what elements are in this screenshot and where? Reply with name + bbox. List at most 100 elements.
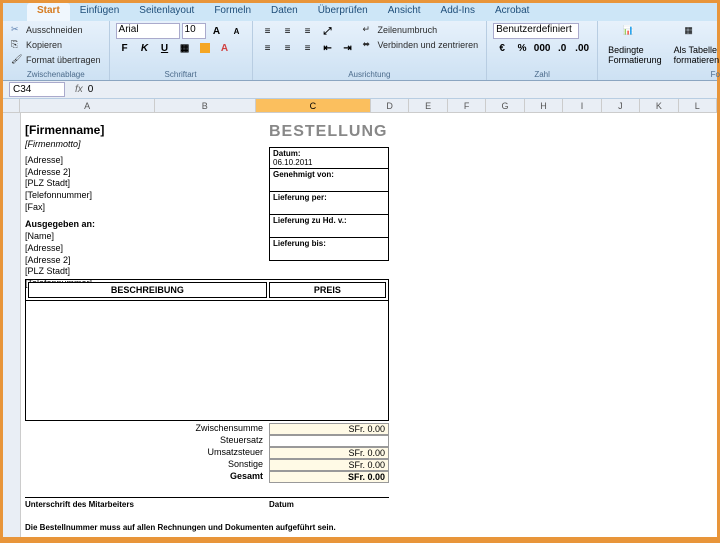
col-header-k[interactable]: K (640, 99, 678, 112)
signature-line: Unterschrift des Mitarbeiters Datum (25, 497, 389, 509)
subtotal-value: SFr. 0.00 (269, 423, 389, 435)
cond-label: Bedingte Formatierung (608, 45, 662, 65)
styles-group-label: Formatvorlagen (604, 70, 720, 80)
col-header-a[interactable]: A (20, 99, 154, 112)
clipboard-group-label: Zwischenablage (9, 70, 103, 80)
total-label: Gesamt (25, 471, 269, 483)
grow-font-button[interactable]: A (208, 23, 226, 39)
tab-formulas[interactable]: Formeln (204, 3, 261, 21)
astable-label: Als Tabelle formatieren (674, 45, 720, 65)
col-header-j[interactable]: J (602, 99, 640, 112)
col-header-b[interactable]: B (155, 99, 256, 112)
taxrate-value (269, 435, 389, 447)
indent-dec-button[interactable]: ⇤ (319, 40, 337, 56)
items-body[interactable] (25, 295, 389, 421)
group-number: Benutzerdefiniert € % 000 .0 .00 Zahl (487, 21, 598, 80)
col-header-g[interactable]: G (486, 99, 524, 112)
taxrate-label: Steuersatz (25, 435, 269, 447)
comma-button[interactable]: 000 (533, 40, 551, 56)
align-right-button[interactable]: ≡ (299, 40, 317, 56)
col-header-c[interactable]: C (256, 99, 371, 112)
issued-header: Ausgegeben an: (25, 219, 165, 231)
merge-icon: ⬌ (363, 39, 375, 51)
increase-decimal-button[interactable]: .0 (553, 40, 571, 56)
column-headers: A B C D E F G H I J K L (3, 99, 717, 113)
tab-addins[interactable]: Add-Ins (431, 3, 485, 21)
tab-acrobat[interactable]: Acrobat (485, 3, 539, 21)
fx-icon[interactable]: fx (75, 84, 83, 95)
info-date-label: Datum: (273, 149, 301, 158)
italic-button[interactable]: K (136, 40, 154, 56)
tab-data[interactable]: Daten (261, 3, 308, 21)
bold-button[interactable]: F (116, 40, 134, 56)
row-headers[interactable] (3, 113, 21, 537)
col-header-f[interactable]: F (448, 99, 486, 112)
percent-button[interactable]: % (513, 40, 531, 56)
name-box[interactable]: C34 (9, 82, 65, 97)
wrap-label: Zeilenumbruch (378, 25, 438, 35)
wrap-text-button[interactable]: ↵Zeilenumbruch (361, 23, 481, 37)
select-all-corner[interactable] (3, 99, 20, 112)
font-family-select[interactable]: Arial (116, 23, 180, 39)
brush-icon: 🖌 (11, 54, 23, 66)
align-top-button[interactable]: ≡ (259, 23, 277, 39)
align-bottom-button[interactable]: ≡ (299, 23, 317, 39)
font-group-label: Schriftart (116, 70, 246, 80)
conditional-format-button[interactable]: 📊 Bedingte Formatierung (604, 23, 666, 67)
number-format-select[interactable]: Benutzerdefiniert (493, 23, 579, 39)
tab-view[interactable]: Ansicht (378, 3, 431, 21)
addr-line: [PLZ Stadt] (25, 178, 165, 190)
align-left-button[interactable]: ≡ (259, 40, 277, 56)
copy-button[interactable]: ⎘Kopieren (9, 38, 103, 52)
company-name: [Firmenname] (25, 123, 165, 137)
decrease-decimal-button[interactable]: .00 (573, 40, 591, 56)
ribbon-tabs: Start Einfügen Seitenlayout Formeln Date… (3, 3, 717, 21)
wrap-icon: ↵ (363, 24, 375, 36)
format-painter-button[interactable]: 🖌Format übertragen (9, 53, 103, 67)
font-size-select[interactable]: 10 (182, 23, 206, 39)
orientation-button[interactable]: ⤢ (319, 23, 337, 39)
number-group-label: Zahl (493, 70, 591, 80)
underline-button[interactable]: U (156, 40, 174, 56)
shrink-font-button[interactable]: A (228, 23, 246, 39)
info-deliver-by-label: Lieferung bis: (273, 239, 326, 248)
alignment-group-label: Ausrichtung (259, 70, 481, 80)
scissors-icon: ✂ (11, 24, 23, 36)
format-as-table-button[interactable]: ▦ Als Tabelle formatieren (670, 23, 720, 67)
tab-insert[interactable]: Einfügen (70, 3, 129, 21)
align-center-button[interactable]: ≡ (279, 40, 297, 56)
paint-label: Format übertragen (26, 55, 101, 65)
font-color-button[interactable]: A (216, 40, 234, 56)
col-header-d[interactable]: D (371, 99, 409, 112)
fill-color-button[interactable] (196, 40, 214, 56)
info-delivery-per-label: Lieferung per: (273, 193, 327, 202)
border-button[interactable]: ▦ (176, 40, 194, 56)
addr-line: [Fax] (25, 202, 165, 214)
tax-value: SFr. 0.00 (269, 447, 389, 459)
merge-center-button[interactable]: ⬌Verbinden und zentrieren (361, 38, 481, 52)
total-value: SFr. 0.00 (269, 471, 389, 483)
cut-label: Ausschneiden (26, 25, 83, 35)
info-date-value: 06.10.2011 (273, 158, 312, 167)
col-header-i[interactable]: I (563, 99, 601, 112)
col-header-h[interactable]: H (525, 99, 563, 112)
tab-page-layout[interactable]: Seitenlayout (129, 3, 204, 21)
formula-input[interactable] (87, 83, 717, 96)
worksheet[interactable]: [Firmenname] [Firmenmotto] [Adresse] [Ad… (21, 113, 717, 537)
addr-line: [Adresse 2] (25, 167, 165, 179)
document-title: BESTELLUNG (269, 123, 387, 141)
copy-label: Kopieren (26, 40, 62, 50)
currency-button[interactable]: € (493, 40, 511, 56)
col-header-l[interactable]: L (679, 99, 717, 112)
tab-review[interactable]: Überprüfen (308, 3, 378, 21)
addr-line: [Adresse] (25, 155, 165, 167)
align-middle-button[interactable]: ≡ (279, 23, 297, 39)
cut-button[interactable]: ✂Ausschneiden (9, 23, 103, 37)
addr-line: [Telefonnummer] (25, 190, 165, 202)
tab-start[interactable]: Start (27, 3, 70, 21)
col-header-e[interactable]: E (409, 99, 447, 112)
signature-label: Unterschrift des Mitarbeiters (25, 500, 269, 509)
company-block: [Firmenname] [Firmenmotto] [Adresse] [Ad… (25, 123, 165, 290)
other-value: SFr. 0.00 (269, 459, 389, 471)
indent-inc-button[interactable]: ⇥ (339, 40, 357, 56)
